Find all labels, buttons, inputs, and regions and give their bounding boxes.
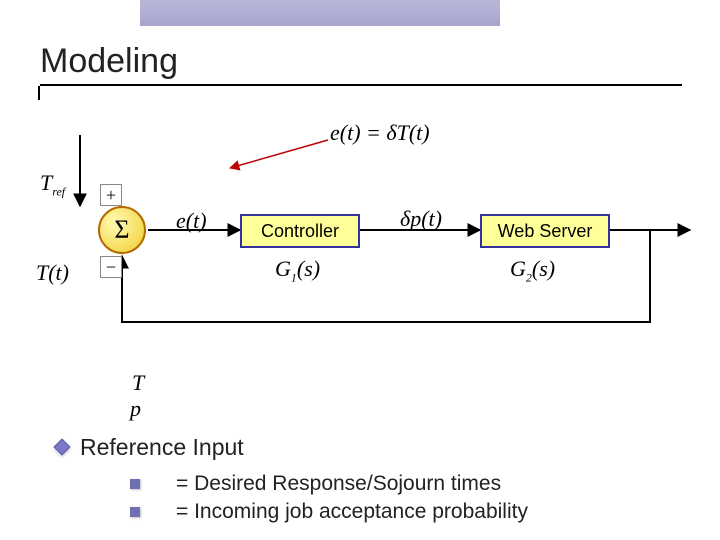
plus-sign-box: +	[100, 184, 122, 206]
tref-label: Tref	[40, 170, 65, 199]
plant-label: Web Server	[498, 221, 593, 242]
sigma-symbol: Σ	[114, 215, 129, 245]
control-signal-label: δp(t)	[400, 206, 442, 232]
controller-block: Controller	[240, 214, 360, 248]
error-label: e(t)	[176, 208, 207, 234]
list-item: = Desired Response/Sojourn times	[130, 472, 528, 496]
square-bullet-icon	[130, 507, 140, 517]
controller-label: Controller	[261, 221, 339, 242]
diamond-bullet-icon	[54, 439, 71, 456]
legend-p: p	[130, 396, 141, 422]
plant-tf-label: G2(s)	[510, 256, 555, 285]
minus-sign-box: −	[100, 256, 122, 278]
ref-input-subitems: = Desired Response/Sojourn times = Incom…	[130, 468, 528, 528]
square-bullet-icon	[130, 479, 140, 489]
summing-junction: Σ	[98, 206, 146, 254]
feedback-T-label: T(t)	[36, 260, 69, 286]
controller-tf-label: G1(s)	[275, 256, 320, 285]
list-item: = Incoming job acceptance probability	[130, 500, 528, 524]
legend-T: T	[132, 370, 144, 396]
ref-input-heading-row: Reference Input	[56, 430, 244, 464]
plant-block: Web Server	[480, 214, 610, 248]
ref-input-heading: Reference Input	[80, 434, 244, 461]
error-definition-label: e(t) = δT(t)	[330, 120, 430, 146]
